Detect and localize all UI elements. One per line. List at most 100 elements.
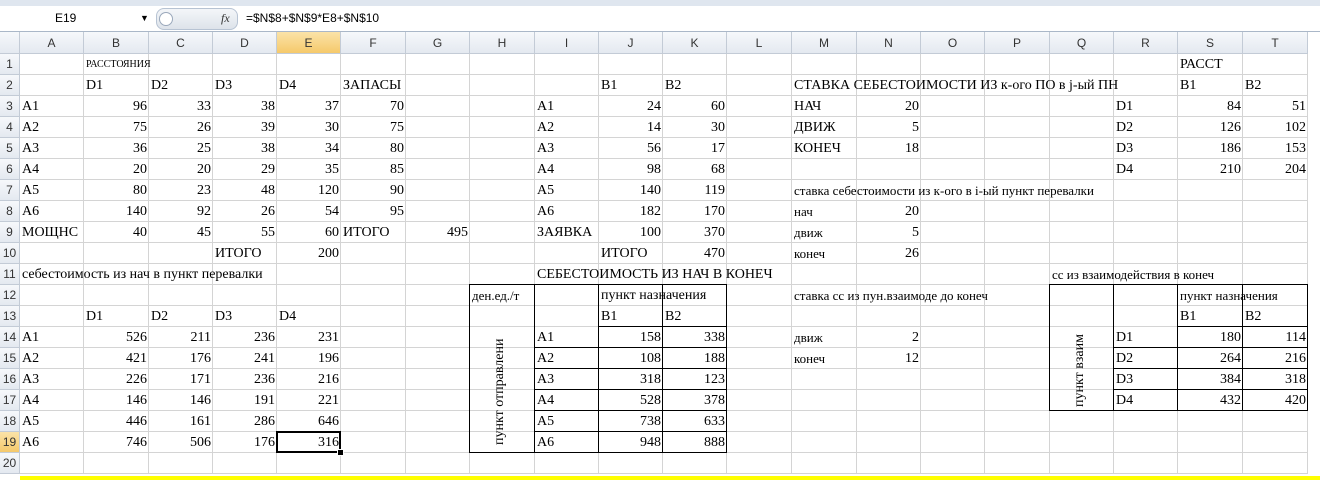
- cell-d18[interactable]: 286: [213, 411, 277, 432]
- cell-e2[interactable]: D4: [277, 75, 298, 96]
- cell-k13[interactable]: B2: [663, 306, 683, 327]
- column-header-c[interactable]: C: [149, 32, 213, 54]
- cell-i11[interactable]: СЕБЕСТОИМОСТЬ ИЗ НАЧ В КОНЕЧ: [535, 264, 775, 285]
- cell-a17[interactable]: A4: [20, 390, 41, 411]
- cell-c5[interactable]: 25: [149, 138, 213, 159]
- column-header-h[interactable]: H: [470, 32, 535, 54]
- cell-m9[interactable]: движ: [792, 222, 825, 243]
- cell-i7[interactable]: A5: [535, 180, 556, 201]
- cell-c6[interactable]: 20: [149, 159, 213, 180]
- cell-e16[interactable]: 216: [277, 369, 341, 390]
- cell-j13[interactable]: B1: [599, 306, 619, 327]
- cell-c14[interactable]: 211: [149, 327, 213, 348]
- cell-e10[interactable]: 200: [277, 243, 341, 264]
- column-header-m[interactable]: M: [792, 32, 857, 54]
- cell-t16[interactable]: 318: [1243, 369, 1308, 390]
- cell-f3[interactable]: 70: [341, 96, 406, 117]
- cell-m10[interactable]: конеч: [792, 243, 827, 264]
- column-header-s[interactable]: S: [1178, 32, 1243, 54]
- column-header-q[interactable]: Q: [1050, 32, 1114, 54]
- cell-b9[interactable]: 40: [84, 222, 149, 243]
- row-header-8[interactable]: 8: [0, 201, 20, 222]
- cell-r4[interactable]: D2: [1114, 117, 1135, 138]
- cell-r17[interactable]: D4: [1114, 390, 1135, 411]
- row-header-19[interactable]: 19: [0, 432, 20, 453]
- cell-k2[interactable]: B2: [663, 75, 683, 96]
- cell-j18[interactable]: 738: [599, 411, 663, 432]
- cell-k9[interactable]: 370: [663, 222, 727, 243]
- cell-i17[interactable]: A4: [535, 390, 556, 411]
- cell-c17[interactable]: 146: [149, 390, 213, 411]
- cell-b8[interactable]: 140: [84, 201, 149, 222]
- row-header-12[interactable]: 12: [0, 285, 20, 306]
- cell-b1[interactable]: РАССТОЯНИЯ: [84, 54, 153, 75]
- cell-a7[interactable]: A5: [20, 180, 41, 201]
- cell-a16[interactable]: A3: [20, 369, 41, 390]
- cell-f7[interactable]: 90: [341, 180, 406, 201]
- cell-c13[interactable]: D2: [149, 306, 170, 327]
- select-all-corner[interactable]: [0, 32, 20, 54]
- cell-r5[interactable]: D3: [1114, 138, 1135, 159]
- cell-k5[interactable]: 17: [663, 138, 727, 159]
- cell-m15[interactable]: конеч: [792, 348, 827, 369]
- column-header-j[interactable]: J: [599, 32, 663, 54]
- column-header-f[interactable]: F: [341, 32, 406, 54]
- row-header-9[interactable]: 9: [0, 222, 20, 243]
- cell-k14[interactable]: 338: [663, 327, 727, 348]
- cell-j6[interactable]: 98: [599, 159, 663, 180]
- cell-i19[interactable]: A6: [535, 432, 556, 453]
- column-header-d[interactable]: D: [213, 32, 277, 54]
- row-header-20[interactable]: 20: [0, 453, 20, 474]
- cell-t5[interactable]: 153: [1243, 138, 1308, 159]
- cell-k7[interactable]: 119: [663, 180, 727, 201]
- cell-d5[interactable]: 38: [213, 138, 277, 159]
- cell-c8[interactable]: 92: [149, 201, 213, 222]
- cell-k3[interactable]: 60: [663, 96, 727, 117]
- cell-k10[interactable]: 470: [663, 243, 727, 264]
- row-header-14[interactable]: 14: [0, 327, 20, 348]
- cell-i14[interactable]: A1: [535, 327, 556, 348]
- column-header-l[interactable]: L: [727, 32, 792, 54]
- cell-e5[interactable]: 34: [277, 138, 341, 159]
- cell-s4[interactable]: 126: [1178, 117, 1243, 138]
- cell-s2[interactable]: B1: [1178, 75, 1198, 96]
- cell-e18[interactable]: 646: [277, 411, 341, 432]
- column-header-o[interactable]: O: [921, 32, 985, 54]
- cell-k19[interactable]: 888: [663, 432, 727, 453]
- cell-b14[interactable]: 526: [84, 327, 149, 348]
- cell-f9[interactable]: ИТОГО: [341, 222, 391, 243]
- cell-e3[interactable]: 37: [277, 96, 341, 117]
- cell-a9[interactable]: МОЩНС: [20, 222, 80, 243]
- cell-c9[interactable]: 45: [149, 222, 213, 243]
- row-header-5[interactable]: 5: [0, 138, 20, 159]
- cell-a3[interactable]: A1: [20, 96, 41, 117]
- cell-s16[interactable]: 384: [1178, 369, 1243, 390]
- column-header-k[interactable]: K: [663, 32, 727, 54]
- cell-m4[interactable]: ДВИЖ: [792, 117, 838, 138]
- cell-r14[interactable]: D1: [1114, 327, 1135, 348]
- cell-i5[interactable]: A3: [535, 138, 556, 159]
- cell-d6[interactable]: 29: [213, 159, 277, 180]
- cell-j12[interactable]: пункт назначения: [599, 285, 708, 306]
- cell-e17[interactable]: 221: [277, 390, 341, 411]
- cell-n3[interactable]: 20: [857, 96, 921, 117]
- cell-m7[interactable]: ставка себестоимости из к-ого в i-ый пун…: [792, 180, 1096, 201]
- row-header-10[interactable]: 10: [0, 243, 20, 264]
- cell-k8[interactable]: 170: [663, 201, 727, 222]
- cell-j14[interactable]: 158: [599, 327, 663, 348]
- cell-g9[interactable]: 495: [406, 222, 470, 243]
- formula-input[interactable]: =$N$8+$N$9*E8+$N$10: [246, 9, 379, 27]
- cell-t6[interactable]: 204: [1243, 159, 1308, 180]
- cell-j3[interactable]: 24: [599, 96, 663, 117]
- cell-d17[interactable]: 191: [213, 390, 277, 411]
- row-header-4[interactable]: 4: [0, 117, 20, 138]
- cell-d13[interactable]: D3: [213, 306, 234, 327]
- cell-b15[interactable]: 421: [84, 348, 149, 369]
- cell-t3[interactable]: 51: [1243, 96, 1308, 117]
- cell-f4[interactable]: 75: [341, 117, 406, 138]
- cell-a6[interactable]: A4: [20, 159, 41, 180]
- cell-h12[interactable]: ден.ед./т: [470, 285, 521, 306]
- row-header-6[interactable]: 6: [0, 159, 20, 180]
- cell-j16[interactable]: 318: [599, 369, 663, 390]
- insert-function-control[interactable]: fx: [156, 8, 238, 30]
